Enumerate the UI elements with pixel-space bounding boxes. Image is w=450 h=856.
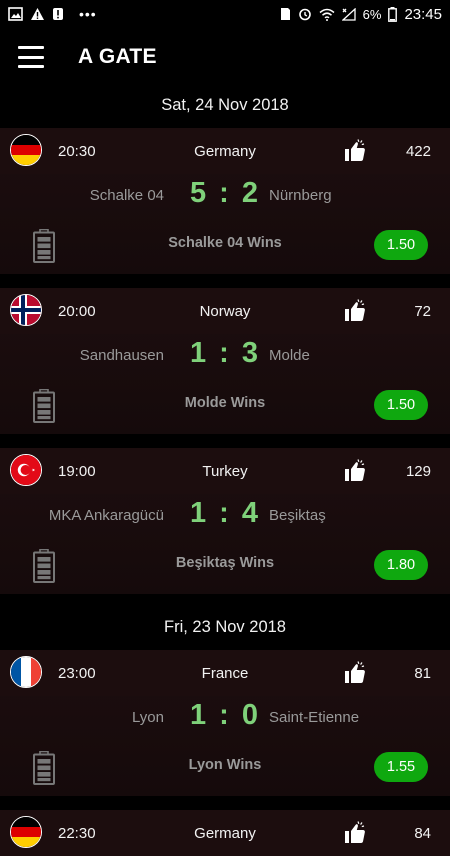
away-team: Beşiktaş [269,507,326,524]
match-card[interactable]: 20:00 Norway 72 Sandhausen 1:3 Molde Mol… [0,288,450,434]
wifi-icon [319,8,335,21]
away-team: Nürnberg [269,187,332,204]
odds-button[interactable]: 1.50 [374,230,428,260]
match-card[interactable]: 20:30 Germany 422 Schalke 04 5:2 Nürnber… [0,128,450,274]
score: 1:4 [0,497,450,530]
hamburger-menu-icon[interactable] [18,46,44,68]
home-score: 5 [190,177,209,209]
date-header: Sat, 24 Nov 2018 [161,96,289,114]
sim-icon [280,8,290,20]
away-score: 4 [241,497,260,529]
clock: 23:45 [404,5,442,23]
alarm-icon [298,8,311,21]
more-notifications-icon: ••• [79,6,97,22]
score-separator: : [219,337,231,369]
kickoff-time: 19:00 [58,462,96,480]
app-bar: A GATE [0,28,450,86]
score: 1:0 [0,699,450,732]
germany-flag-icon [10,134,42,166]
score-separator: : [219,699,231,731]
odds-button[interactable]: 1.80 [374,550,428,580]
warning-icon [31,8,44,20]
away-team: Molde [269,347,310,364]
away-score: 0 [241,699,260,731]
app-title: A GATE [78,45,157,68]
date-header: Fri, 23 Nov 2018 [164,618,286,636]
away-team: Saint-Etienne [269,709,360,726]
odds-button[interactable]: 1.55 [374,752,428,782]
turkey-flag-icon [10,454,42,486]
home-score: 1 [190,699,209,731]
alert-icon [53,8,63,20]
germany-flag-icon [10,816,42,848]
image-notification-icon [8,7,23,21]
france-flag-icon [10,656,42,688]
kickoff-time: 22:30 [58,824,96,842]
kickoff-time: 20:30 [58,142,96,160]
thumbs-up-icon[interactable] [343,661,367,685]
thumbs-up-icon[interactable] [343,139,367,163]
match-card[interactable]: 23:00 France 81 Lyon 1:0 Saint-Etienne L… [0,650,450,796]
norway-flag-icon [10,294,42,326]
kickoff-time: 20:00 [58,302,96,320]
score-separator: : [219,497,231,529]
like-count: 422 [405,142,431,160]
kickoff-time: 23:00 [58,664,96,682]
signal-icon [341,7,356,21]
like-count: 81 [414,664,431,682]
score: 1:3 [0,337,450,370]
home-score: 1 [190,337,209,369]
away-score: 2 [241,177,260,209]
match-card[interactable]: 19:00 Turkey 129 MKA Ankaragücü 1:4 Beşi… [0,448,450,594]
match-card[interactable]: 22:30 Germany 84 [0,810,450,856]
like-count: 129 [405,462,431,480]
score-separator: : [219,177,231,209]
thumbs-up-icon[interactable] [343,459,367,483]
odds-button[interactable]: 1.50 [374,390,428,420]
thumbs-up-icon[interactable] [343,821,367,845]
like-count: 84 [414,824,431,842]
score: 5:2 [0,177,450,210]
thumbs-up-icon[interactable] [343,299,367,323]
battery-percentage: 6% [362,6,382,22]
away-score: 3 [241,337,260,369]
home-score: 1 [190,497,209,529]
status-bar: ••• 6% 23:45 [0,0,450,28]
match-feed[interactable]: Sat, 24 Nov 2018 20:30 Germany 422 Schal… [0,86,450,856]
like-count: 72 [414,302,431,320]
battery-status-icon [388,6,398,22]
